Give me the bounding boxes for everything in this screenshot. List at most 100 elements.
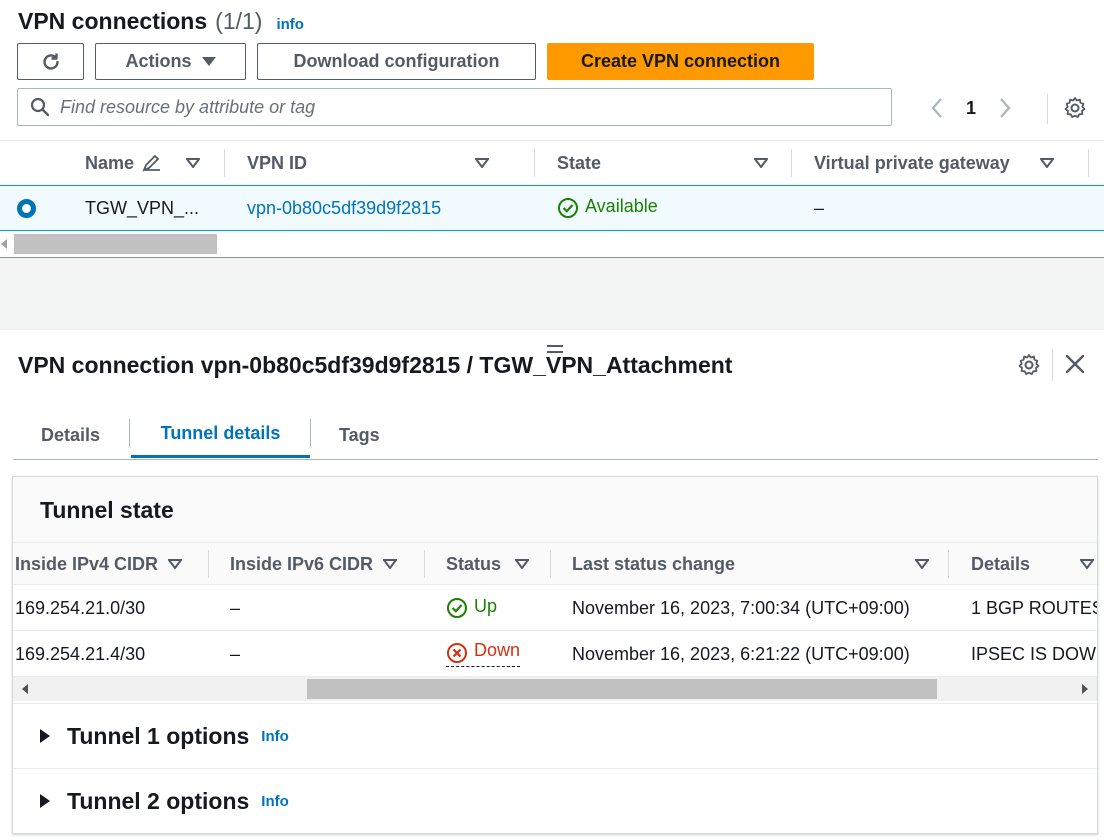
- column-header-virtual-private-gateway[interactable]: Virtual private gateway: [814, 141, 1054, 185]
- info-link[interactable]: info: [276, 16, 304, 33]
- search-placeholder: Find resource by attribute or tag: [60, 96, 316, 117]
- column-divider: [948, 550, 949, 578]
- tunnel-1-options-section[interactable]: Tunnel 1 options Info: [13, 703, 1097, 768]
- vpn-name-cell: TGW_VPN_...: [85, 197, 200, 218]
- horizontal-scrollbar[interactable]: [13, 677, 1097, 701]
- info-link[interactable]: Info: [261, 728, 289, 745]
- tunnel-2-options-section[interactable]: Tunnel 2 options Info: [13, 768, 1097, 833]
- sort-icon: [168, 559, 183, 569]
- column-header-last-status-change[interactable]: Last status change: [572, 543, 930, 585]
- divider: [1047, 94, 1048, 124]
- ipv4-cidr-cell: 169.254.21.0/30: [15, 597, 146, 618]
- close-icon[interactable]: [1063, 352, 1087, 376]
- scroll-left-icon[interactable]: [0, 239, 8, 249]
- ipv4-cidr-cell: 169.254.21.4/30: [15, 643, 146, 664]
- actions-label: Actions: [125, 51, 192, 71]
- column-label: Details: [971, 553, 1031, 574]
- gear-icon[interactable]: [1017, 353, 1041, 377]
- vpn-table-header: Name VPN ID State Virtual private gatewa…: [0, 141, 1104, 185]
- status-text: Up: [474, 595, 498, 616]
- column-label: Inside IPv6 CIDR: [230, 553, 374, 574]
- column-divider: [534, 149, 535, 177]
- column-label: Last status change: [572, 553, 736, 574]
- table-row: 169.254.21.0/30 – Up November 16, 2023, …: [13, 585, 1097, 631]
- column-header-state[interactable]: State: [557, 141, 769, 185]
- page-number[interactable]: 1: [966, 98, 976, 119]
- page-header: VPN connections (1/1) info: [18, 8, 304, 35]
- column-header-details[interactable]: Details: [971, 543, 1095, 585]
- status-text: Down: [474, 640, 521, 660]
- column-divider: [424, 550, 425, 578]
- sort-icon: [754, 158, 769, 168]
- detail-panel-title: VPN connection vpn-0b80c5df39d9f2815 / T…: [18, 352, 733, 378]
- column-label: State: [557, 152, 602, 173]
- scrollbar-thumb[interactable]: [14, 234, 217, 254]
- sort-icon: [475, 158, 490, 168]
- check-circle-icon: [447, 598, 467, 618]
- column-divider: [550, 550, 551, 578]
- tunnel-state-header: Tunnel state: [13, 477, 1097, 543]
- tunnel-state-container: Tunnel state Inside IPv4 CIDR Inside IPv…: [12, 476, 1098, 834]
- chevron-left-icon[interactable]: [930, 97, 944, 119]
- tab-tags[interactable]: Tags: [339, 412, 380, 458]
- tunnel-2-options-title[interactable]: Tunnel 2 options: [67, 788, 249, 815]
- x-circle-icon: [447, 642, 467, 663]
- status-cell[interactable]: Down: [446, 631, 521, 677]
- details-cell: IPSEC IS DOWN: [971, 643, 1098, 664]
- tunnel-table-header: Inside IPv4 CIDR Inside IPv6 CIDR Status…: [13, 543, 1097, 585]
- divider: [1052, 349, 1053, 381]
- edit-icon: [142, 154, 161, 172]
- row-radio-button[interactable]: [17, 199, 36, 218]
- split-panel-gap: [0, 257, 1104, 330]
- caret-right-icon[interactable]: [39, 729, 51, 743]
- vpn-id-link[interactable]: vpn-0b80c5df39d9f2815: [247, 186, 441, 230]
- state-text: Available: [585, 196, 658, 216]
- pagination: 1: [930, 90, 1012, 126]
- gear-icon[interactable]: [1063, 96, 1087, 120]
- vpn-connections-section: VPN connections (1/1) info Actions Downl…: [0, 0, 1104, 258]
- page-title: VPN connections: [18, 8, 208, 34]
- detail-tabs: Details Tunnel details Tags: [13, 412, 1098, 460]
- column-divider: [1088, 149, 1089, 177]
- scrollbar-thumb[interactable]: [307, 679, 937, 699]
- table-row: 169.254.21.4/30 – Down November 16, 2023…: [13, 631, 1098, 677]
- tab-details[interactable]: Details: [41, 412, 100, 458]
- ipv6-cidr-cell: –: [230, 643, 241, 664]
- sort-icon: [1080, 559, 1095, 569]
- create-vpn-connection-button[interactable]: Create VPN connection: [547, 43, 814, 80]
- column-divider: [208, 550, 209, 578]
- search-icon: [30, 97, 50, 117]
- selection-count: (1/1): [215, 8, 263, 34]
- search-input[interactable]: Find resource by attribute or tag: [17, 88, 892, 126]
- sort-icon: [383, 559, 398, 569]
- tunnel-1-options-title[interactable]: Tunnel 1 options: [67, 723, 249, 750]
- column-header-status[interactable]: Status: [446, 543, 530, 585]
- download-label: Download configuration: [293, 51, 500, 71]
- last-status-change-cell: November 16, 2023, 7:00:34 (UTC+09:00): [572, 597, 910, 618]
- sort-icon: [186, 158, 201, 168]
- column-divider: [224, 149, 225, 177]
- chevron-right-icon[interactable]: [998, 97, 1012, 119]
- horizontal-scrollbar[interactable]: [0, 232, 1104, 256]
- actions-dropdown[interactable]: Actions: [95, 43, 246, 80]
- caret-right-icon[interactable]: [39, 794, 51, 808]
- ipv6-cidr-cell: –: [230, 597, 241, 618]
- scroll-left-icon[interactable]: [21, 684, 29, 694]
- tunnel-state-title: Tunnel state: [40, 497, 174, 523]
- column-label: VPN ID: [247, 152, 308, 173]
- info-link[interactable]: Info: [261, 793, 289, 810]
- column-header-vpn-id[interactable]: VPN ID: [247, 141, 490, 185]
- table-row[interactable]: TGW_VPN_... vpn-0b80c5df39d9f2815 Availa…: [0, 185, 1104, 231]
- last-status-change-cell: November 16, 2023, 6:21:22 (UTC+09:00): [572, 643, 910, 664]
- tab-tunnel-details[interactable]: Tunnel details: [131, 412, 310, 458]
- scroll-right-icon[interactable]: [1081, 684, 1089, 694]
- column-header-inside-ipv6-cidr[interactable]: Inside IPv6 CIDR: [230, 543, 398, 585]
- column-label: Name: [85, 152, 135, 173]
- create-label: Create VPN connection: [580, 51, 781, 71]
- status-cell: Up: [446, 585, 497, 631]
- column-header-inside-ipv4-cidr[interactable]: Inside IPv4 CIDR: [15, 543, 183, 585]
- download-configuration-button[interactable]: Download configuration: [257, 43, 536, 80]
- column-header-name[interactable]: Name: [85, 141, 201, 185]
- refresh-button[interactable]: [17, 43, 84, 80]
- status-popover-trigger[interactable]: Down: [446, 640, 521, 667]
